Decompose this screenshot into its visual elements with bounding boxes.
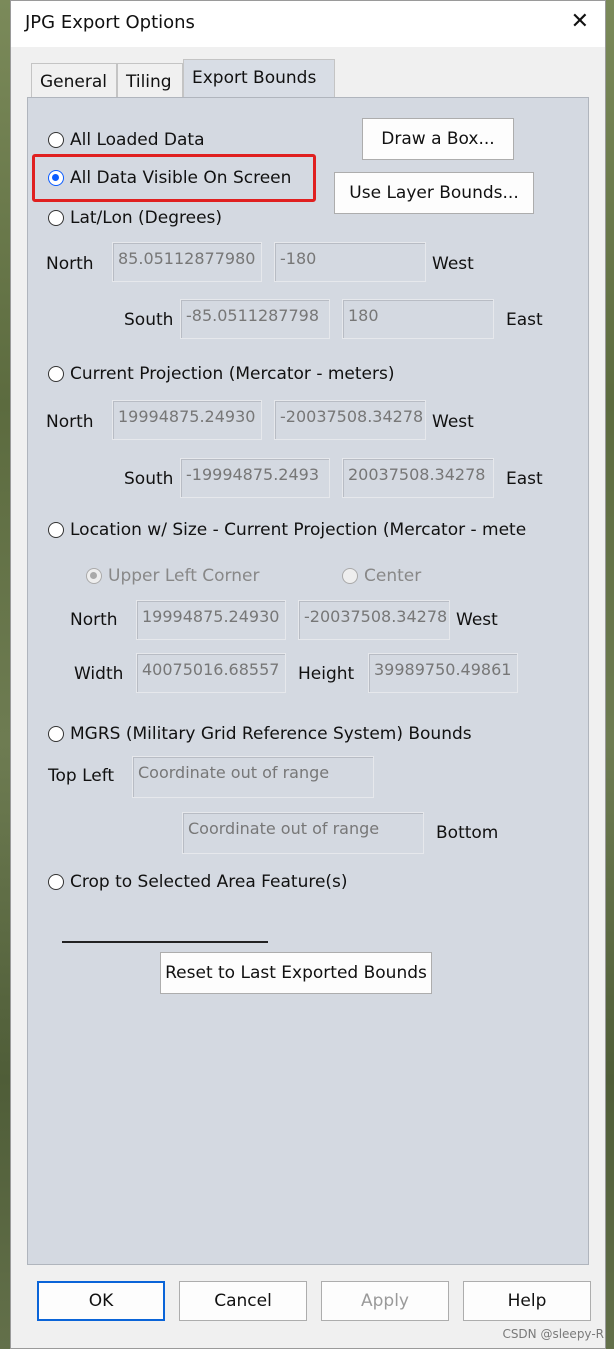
radio-icon[interactable] <box>48 874 64 890</box>
radio-icon[interactable] <box>48 210 64 226</box>
radio-icon[interactable] <box>48 366 64 382</box>
draw-box-button[interactable]: Draw a Box... <box>362 118 514 160</box>
mgrs-top-left-label: Top Left <box>48 766 115 786</box>
latlon-west-field[interactable]: -180 <box>274 242 426 282</box>
window-title: JPG Export Options <box>25 12 195 33</box>
help-button[interactable]: Help <box>463 1281 591 1321</box>
tab-tiling[interactable]: Tiling <box>117 63 183 99</box>
option-upper-left[interactable]: Upper Left Corner <box>86 566 259 586</box>
latlon-west-label: West <box>432 254 474 274</box>
latlon-east-label: East <box>506 310 543 330</box>
radio-icon[interactable] <box>48 522 64 538</box>
mgrs-top-left-field[interactable]: Coordinate out of range <box>132 756 374 798</box>
option-current-projection[interactable]: Current Projection (Mercator - meters) <box>48 364 394 384</box>
cancel-button[interactable]: Cancel <box>179 1281 307 1321</box>
loc-west-label: West <box>456 610 498 630</box>
export-bounds-panel: All Loaded Data Draw a Box... All Data V… <box>27 97 589 1265</box>
loc-west-field[interactable]: -20037508.34278 <box>298 600 450 640</box>
latlon-south-field[interactable]: -85.0511287798 <box>180 299 330 339</box>
ok-button[interactable]: OK <box>37 1281 165 1321</box>
latlon-south-label: South <box>124 310 174 330</box>
mgrs-bottom-label: Bottom <box>436 823 499 843</box>
mgrs-bottom-field[interactable]: Coordinate out of range <box>182 812 424 854</box>
tab-general[interactable]: General <box>31 63 117 99</box>
export-options-dialog: JPG Export Options ✕ General Tiling Expo… <box>10 0 606 1349</box>
title-bar: JPG Export Options ✕ <box>11 1 605 47</box>
use-layer-bounds-button[interactable]: Use Layer Bounds... <box>334 172 534 214</box>
loc-height-field[interactable]: 39989750.49861 <box>368 653 518 693</box>
tab-export-bounds[interactable]: Export Bounds <box>183 59 335 99</box>
option-latlon[interactable]: Lat/Lon (Degrees) <box>48 208 222 228</box>
option-mgrs[interactable]: MGRS (Military Grid Reference System) Bo… <box>48 724 472 744</box>
option-all-loaded[interactable]: All Loaded Data <box>48 130 205 150</box>
option-mgrs-label: MGRS (Military Grid Reference System) Bo… <box>70 724 472 744</box>
radio-icon[interactable] <box>48 132 64 148</box>
loc-north-label: North <box>70 610 118 630</box>
radio-icon[interactable] <box>342 568 358 584</box>
option-center-label: Center <box>364 566 422 586</box>
option-all-loaded-label: All Loaded Data <box>70 130 205 150</box>
reset-bounds-button[interactable]: Reset to Last Exported Bounds <box>160 952 432 994</box>
option-location-size[interactable]: Location w/ Size - Current Projection (M… <box>48 520 526 540</box>
option-location-size-label: Location w/ Size - Current Projection (M… <box>70 520 527 540</box>
proj-north-field[interactable]: 19994875.24930 <box>112 400 262 440</box>
latlon-north-label: North <box>46 254 94 274</box>
option-crop[interactable]: Crop to Selected Area Feature(s) <box>48 872 348 892</box>
loc-north-field[interactable]: 19994875.24930 <box>136 600 286 640</box>
proj-west-field[interactable]: -20037508.34278 <box>274 400 426 440</box>
apply-button[interactable]: Apply <box>321 1281 449 1321</box>
separator-line <box>62 941 268 943</box>
radio-icon[interactable] <box>48 726 64 742</box>
latlon-north-field[interactable]: 85.05112877980 <box>112 242 262 282</box>
proj-west-label: West <box>432 412 474 432</box>
loc-width-label: Width <box>74 664 124 684</box>
loc-height-label: Height <box>298 664 355 684</box>
option-center[interactable]: Center <box>342 566 421 586</box>
proj-south-field[interactable]: -19994875.2493 <box>180 458 330 498</box>
proj-east-field[interactable]: 20037508.34278 <box>342 458 494 498</box>
option-crop-label: Crop to Selected Area Feature(s) <box>70 872 348 892</box>
option-upper-left-label: Upper Left Corner <box>108 566 260 586</box>
latlon-east-field[interactable]: 180 <box>342 299 494 339</box>
proj-east-label: East <box>506 469 543 489</box>
option-current-projection-label: Current Projection (Mercator - meters) <box>70 364 395 384</box>
red-highlight-box <box>32 154 316 202</box>
radio-checked-icon[interactable] <box>86 568 102 584</box>
option-latlon-label: Lat/Lon (Degrees) <box>70 208 223 228</box>
loc-width-field[interactable]: 40075016.68557 <box>136 653 286 693</box>
watermark: CSDN @sleepy-R <box>502 1327 604 1341</box>
proj-south-label: South <box>124 469 174 489</box>
proj-north-label: North <box>46 412 94 432</box>
close-icon[interactable]: ✕ <box>571 9 589 34</box>
